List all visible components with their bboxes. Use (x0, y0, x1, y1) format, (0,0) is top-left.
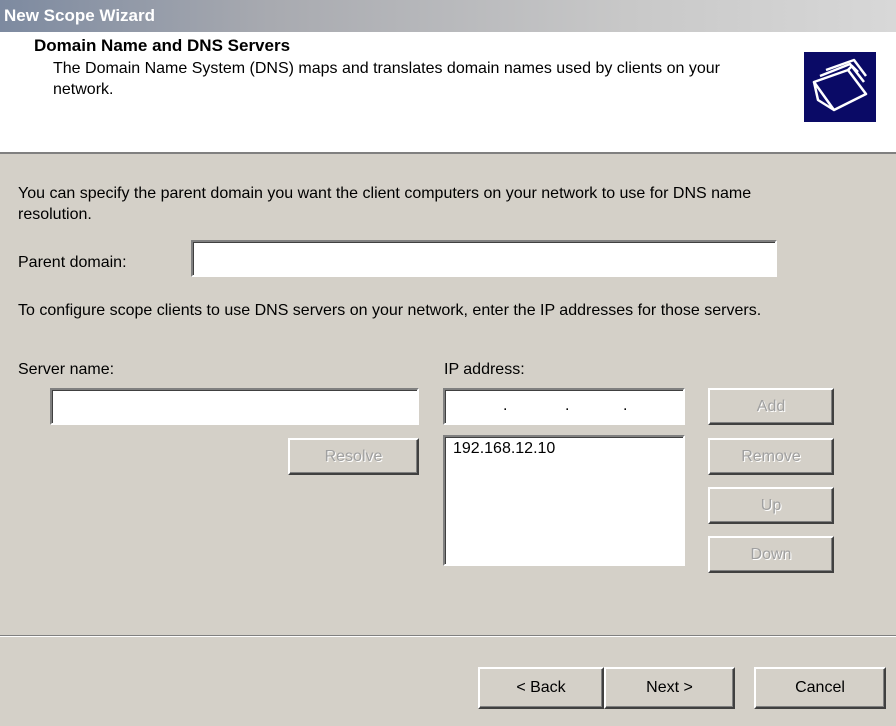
title-bar: New Scope Wizard (0, 0, 896, 32)
server-name-label: Server name: (18, 361, 115, 378)
next-button[interactable]: Next > (604, 667, 735, 709)
wizard-header: Domain Name and DNS Servers The Domain N… (0, 32, 896, 154)
add-button[interactable]: Add (708, 388, 834, 425)
ip-address-label: IP address: (444, 361, 525, 378)
footer-separator (0, 635, 896, 637)
dns-intro-text: To configure scope clients to use DNS se… (18, 302, 762, 319)
up-button[interactable]: Up (708, 487, 834, 524)
server-name-input[interactable] (52, 390, 417, 423)
back-button[interactable]: < Back (478, 667, 604, 709)
parent-domain-input[interactable] (193, 242, 775, 275)
page-title: Domain Name and DNS Servers (34, 36, 291, 55)
page-description: The Domain Name System (DNS) maps and tr… (53, 60, 720, 98)
window-title: New Scope Wizard (4, 6, 155, 25)
intro-text: You can specify the parent domain you wa… (18, 185, 752, 223)
ip-list-item[interactable]: 192.168.12.10 (445, 437, 683, 459)
remove-button[interactable]: Remove (708, 438, 834, 475)
server-name-field[interactable] (50, 388, 419, 425)
down-button[interactable]: Down (708, 536, 834, 573)
cancel-button[interactable]: Cancel (754, 667, 886, 709)
resolve-button[interactable]: Resolve (288, 438, 419, 475)
ip-address-field[interactable]: . . . (443, 388, 685, 425)
parent-domain-field[interactable] (191, 240, 777, 277)
ip-octet-separators: . . . (503, 397, 628, 414)
parent-domain-label: Parent domain: (18, 254, 127, 271)
folders-icon (804, 52, 876, 122)
ip-address-list[interactable]: 192.168.12.10 (443, 435, 685, 566)
